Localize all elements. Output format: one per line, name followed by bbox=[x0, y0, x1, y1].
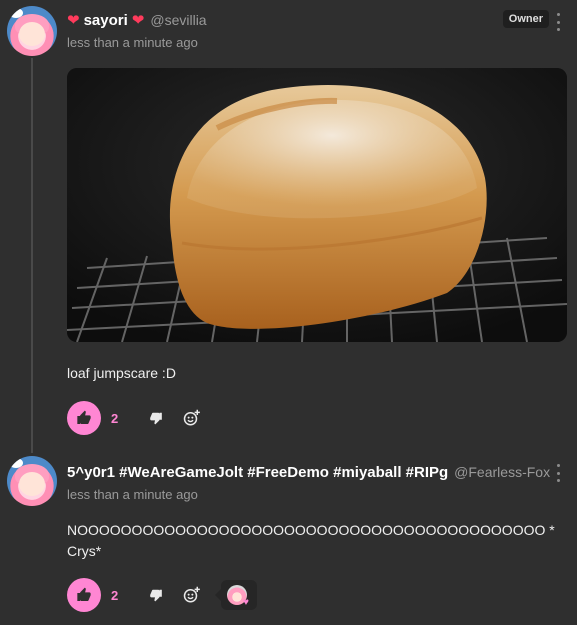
comment-header: 5^y0r1 #WeAreGameJolt #FreeDemo #miyabal… bbox=[67, 461, 550, 483]
username[interactable]: @sevillia bbox=[150, 12, 206, 28]
comment-header: ❤ sayori ❤ @sevillia bbox=[67, 9, 207, 31]
add-reaction-button[interactable] bbox=[177, 403, 207, 433]
timestamp: less than a minute ago bbox=[67, 487, 198, 502]
heart-icon: ♥ bbox=[243, 597, 249, 608]
comment-actions: 2 bbox=[67, 400, 207, 436]
avatar-bow bbox=[9, 458, 23, 468]
avatar[interactable] bbox=[7, 456, 57, 506]
add-reaction-icon bbox=[183, 409, 200, 426]
thumbs-up-icon bbox=[77, 587, 91, 601]
thumbs-down-icon bbox=[150, 412, 162, 425]
bread-image[interactable] bbox=[67, 68, 567, 342]
more-vertical-icon[interactable] bbox=[551, 464, 565, 482]
comment-1: ❤ sayori ❤ @sevillia less than a minute … bbox=[0, 0, 577, 450]
heart-icon: ❤ bbox=[67, 11, 80, 29]
add-reaction-button[interactable] bbox=[177, 580, 207, 610]
more-vertical-icon[interactable] bbox=[551, 13, 565, 31]
avatar-face bbox=[19, 472, 45, 496]
display-name[interactable]: sayori bbox=[84, 12, 128, 29]
comment-text: loaf jumpscare :D bbox=[67, 365, 176, 381]
like-count[interactable]: 2 bbox=[111, 588, 137, 603]
add-reaction-icon bbox=[183, 586, 200, 603]
thumbs-up-icon bbox=[77, 410, 91, 424]
heart-icon: ❤ bbox=[131, 11, 145, 29]
username[interactable]: @Fearless-Fox bbox=[454, 464, 550, 480]
owner-liked-indicator[interactable]: ♥ bbox=[215, 580, 257, 610]
timestamp: less than a minute ago bbox=[67, 35, 198, 50]
avatar[interactable] bbox=[7, 6, 57, 56]
dislike-button[interactable] bbox=[141, 580, 171, 610]
like-count[interactable]: 2 bbox=[111, 411, 137, 426]
comment-actions: 2 ♥ bbox=[67, 577, 257, 613]
avatar-face bbox=[19, 22, 45, 46]
dislike-button[interactable] bbox=[141, 403, 171, 433]
thumbs-down-icon bbox=[150, 589, 162, 602]
like-button[interactable] bbox=[67, 401, 101, 435]
owner-badge: Owner bbox=[502, 10, 549, 28]
comment-text: NOOOOOOOOOOOOOOOOOOOOOOOOOOOOOOOOOOOOOOO… bbox=[67, 522, 555, 559]
like-button[interactable] bbox=[67, 578, 101, 612]
display-name[interactable]: 5^y0r1 #WeAreGameJolt #FreeDemo #miyabal… bbox=[67, 464, 448, 481]
comment-2: 5^y0r1 #WeAreGameJolt #FreeDemo #miyabal… bbox=[0, 450, 577, 625]
avatar-bow bbox=[9, 8, 23, 18]
